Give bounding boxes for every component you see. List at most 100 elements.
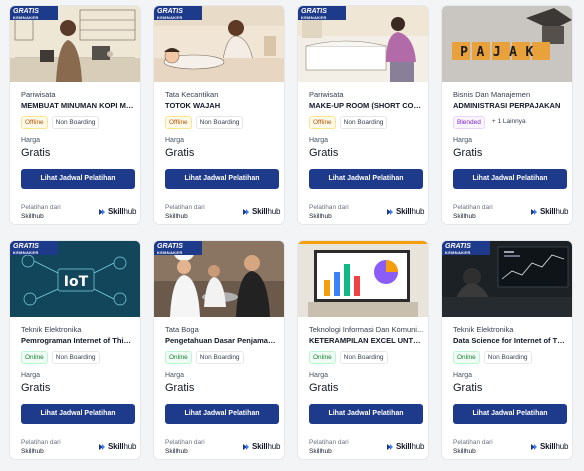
price-label: Harga — [21, 372, 41, 379]
provider-label: Pelatihan dari — [453, 439, 493, 446]
course-title: TOTOK WAJAH — [165, 101, 221, 110]
boarding-tag: Non Boarding — [483, 351, 532, 364]
boarding-tag: Non Boarding — [51, 116, 100, 129]
skillhub-logo-icon — [387, 443, 393, 450]
pajak-text: PAJAK — [460, 45, 542, 60]
course-thumbnail: GRATIS KEMNAKER — [442, 241, 572, 317]
course-grid: GRATIS KEMNAKER Pariwisata MEMBUAT MINUMA… — [0, 0, 584, 471]
course-tags: Offline Non Boarding — [165, 116, 244, 129]
view-schedule-button[interactable]: Lihat Jadwal Pelatihan — [453, 404, 567, 424]
provider-name: Skillhub — [165, 213, 188, 220]
view-schedule-button[interactable]: Lihat Jadwal Pelatihan — [21, 404, 135, 424]
price-value: Gratis — [453, 147, 483, 159]
skillhub-logo: Skillhub — [98, 442, 136, 451]
course-title: Data Science for Internet of Thi... — [453, 336, 567, 345]
skillhub-logo-icon — [243, 208, 249, 215]
provider-name: Skillhub — [453, 213, 476, 220]
mode-tag: Online — [21, 351, 48, 364]
provider-label: Pelatihan dari — [453, 204, 493, 211]
course-card[interactable]: GRATIS KEMNAKER Pariwisata MAKE-UP ROOM (… — [297, 5, 429, 225]
course-category: Teknik Elektronika — [453, 325, 514, 334]
course-thumbnail: IoT GRATIS KEMNAKER — [10, 241, 140, 317]
provider-name: Skillhub — [21, 448, 44, 455]
provider-label: Pelatihan dari — [21, 204, 61, 211]
course-thumbnail: GRATIS KEMNAKER — [154, 6, 284, 82]
course-category: Teknologi Informasi Dan Komuni... — [309, 325, 424, 334]
price-label: Harga — [453, 137, 473, 144]
provider-name: Skillhub — [165, 448, 188, 455]
view-schedule-button[interactable]: Lihat Jadwal Pelatihan — [453, 169, 567, 189]
course-card[interactable]: GRATIS KEMNAKER Tata Boga Pengetahuan Das… — [153, 240, 285, 460]
course-thumbnail: GRATIS KEMNAKER — [10, 6, 140, 82]
course-tags: Blended + 1 Lainnya — [453, 116, 529, 129]
skillhub-logo-icon — [99, 443, 105, 450]
provider-name: Skillhub — [453, 448, 476, 455]
mode-tag: Blended — [453, 116, 485, 129]
gratis-badge: GRATIS KEMNAKER — [298, 6, 346, 20]
view-schedule-button[interactable]: Lihat Jadwal Pelatihan — [309, 404, 423, 424]
more-tag: + 1 Lainnya — [488, 116, 529, 129]
course-category: Tata Kecantikan — [165, 90, 219, 99]
skillhub-logo-icon — [531, 443, 537, 450]
skillhub-logo: Skillhub — [242, 207, 280, 216]
price-label: Harga — [165, 372, 185, 379]
course-tags: Online Non Boarding — [309, 351, 388, 364]
boarding-tag: Non Boarding — [339, 116, 388, 129]
gratis-badge: GRATIS KEMNAKER — [442, 241, 490, 255]
mode-tag: Offline — [165, 116, 192, 129]
view-schedule-button[interactable]: Lihat Jadwal Pelatihan — [21, 169, 135, 189]
course-thumbnail: GRATIS KEMNAKER — [298, 6, 428, 82]
skillhub-logo-icon — [99, 208, 105, 215]
course-tags: Offline Non Boarding — [309, 116, 388, 129]
price-value: Gratis — [309, 382, 339, 394]
course-title: ADMINISTRASI PERPAJAKAN — [453, 101, 561, 110]
course-card[interactable]: GRATIS KEMNAKER Teknik Elektronika Data S… — [441, 240, 573, 460]
gratis-badge: GRATIS KEMNAKER — [10, 6, 58, 20]
skillhub-logo-icon — [243, 443, 249, 450]
price-value: Gratis — [165, 147, 195, 159]
skillhub-logo: Skillhub — [530, 442, 568, 451]
course-title: Pemrograman Internet of Thing... — [21, 336, 135, 345]
course-title: MEMBUAT MINUMAN KOPI ME... — [21, 101, 135, 110]
skillhub-logo-icon — [531, 208, 537, 215]
course-category: Pariwisata — [309, 90, 344, 99]
price-value: Gratis — [309, 147, 339, 159]
provider-label: Pelatihan dari — [309, 439, 349, 446]
course-title: Pengetahuan Dasar Penjamah ... — [165, 336, 279, 345]
price-value: Gratis — [21, 147, 51, 159]
skillhub-logo-icon — [387, 208, 393, 215]
provider-label: Pelatihan dari — [165, 439, 205, 446]
price-label: Harga — [309, 372, 329, 379]
course-title: KETERAMPILAN EXCEL UNTUK... — [309, 336, 423, 345]
boarding-tag: Non Boarding — [51, 351, 100, 364]
course-thumbnail: PAJAK — [442, 6, 572, 82]
skillhub-logo: Skillhub — [386, 442, 424, 451]
mode-tag: Online — [453, 351, 480, 364]
provider-name: Skillhub — [309, 448, 332, 455]
course-card[interactable]: PAJAK Bisnis Dan Manajemen ADMINISTRASI … — [441, 5, 573, 225]
skillhub-logo: Skillhub — [530, 207, 568, 216]
gratis-badge: GRATIS KEMNAKER — [154, 6, 202, 20]
provider-name: Skillhub — [21, 213, 44, 220]
provider-label: Pelatihan dari — [309, 204, 349, 211]
course-thumbnail — [298, 244, 428, 317]
view-schedule-button[interactable]: Lihat Jadwal Pelatihan — [165, 169, 279, 189]
price-value: Gratis — [453, 382, 483, 394]
boarding-tag: Non Boarding — [195, 351, 244, 364]
skillhub-logo: Skillhub — [386, 207, 424, 216]
boarding-tag: Non Boarding — [195, 116, 244, 129]
view-schedule-button[interactable]: Lihat Jadwal Pelatihan — [309, 169, 423, 189]
course-card[interactable]: GRATIS KEMNAKER Tata Kecantikan TOTOK WAJ… — [153, 5, 285, 225]
mode-tag: Offline — [21, 116, 48, 129]
course-category: Bisnis Dan Manajemen — [453, 90, 531, 99]
view-schedule-button[interactable]: Lihat Jadwal Pelatihan — [165, 404, 279, 424]
course-thumbnail: GRATIS KEMNAKER — [154, 241, 284, 317]
course-card[interactable]: Teknologi Informasi Dan Komuni... KETERA… — [297, 240, 429, 460]
course-title: MAKE-UP ROOM (SHORT COU... — [309, 101, 423, 110]
provider-label: Pelatihan dari — [165, 204, 205, 211]
provider-label: Pelatihan dari — [21, 439, 61, 446]
course-card[interactable]: IoT GRATIS KEMNAKER Teknik Elektronika Pe… — [9, 240, 141, 460]
course-tags: Online Non Boarding — [21, 351, 100, 364]
course-category: Pariwisata — [21, 90, 56, 99]
course-card[interactable]: GRATIS KEMNAKER Pariwisata MEMBUAT MINUMA… — [9, 5, 141, 225]
